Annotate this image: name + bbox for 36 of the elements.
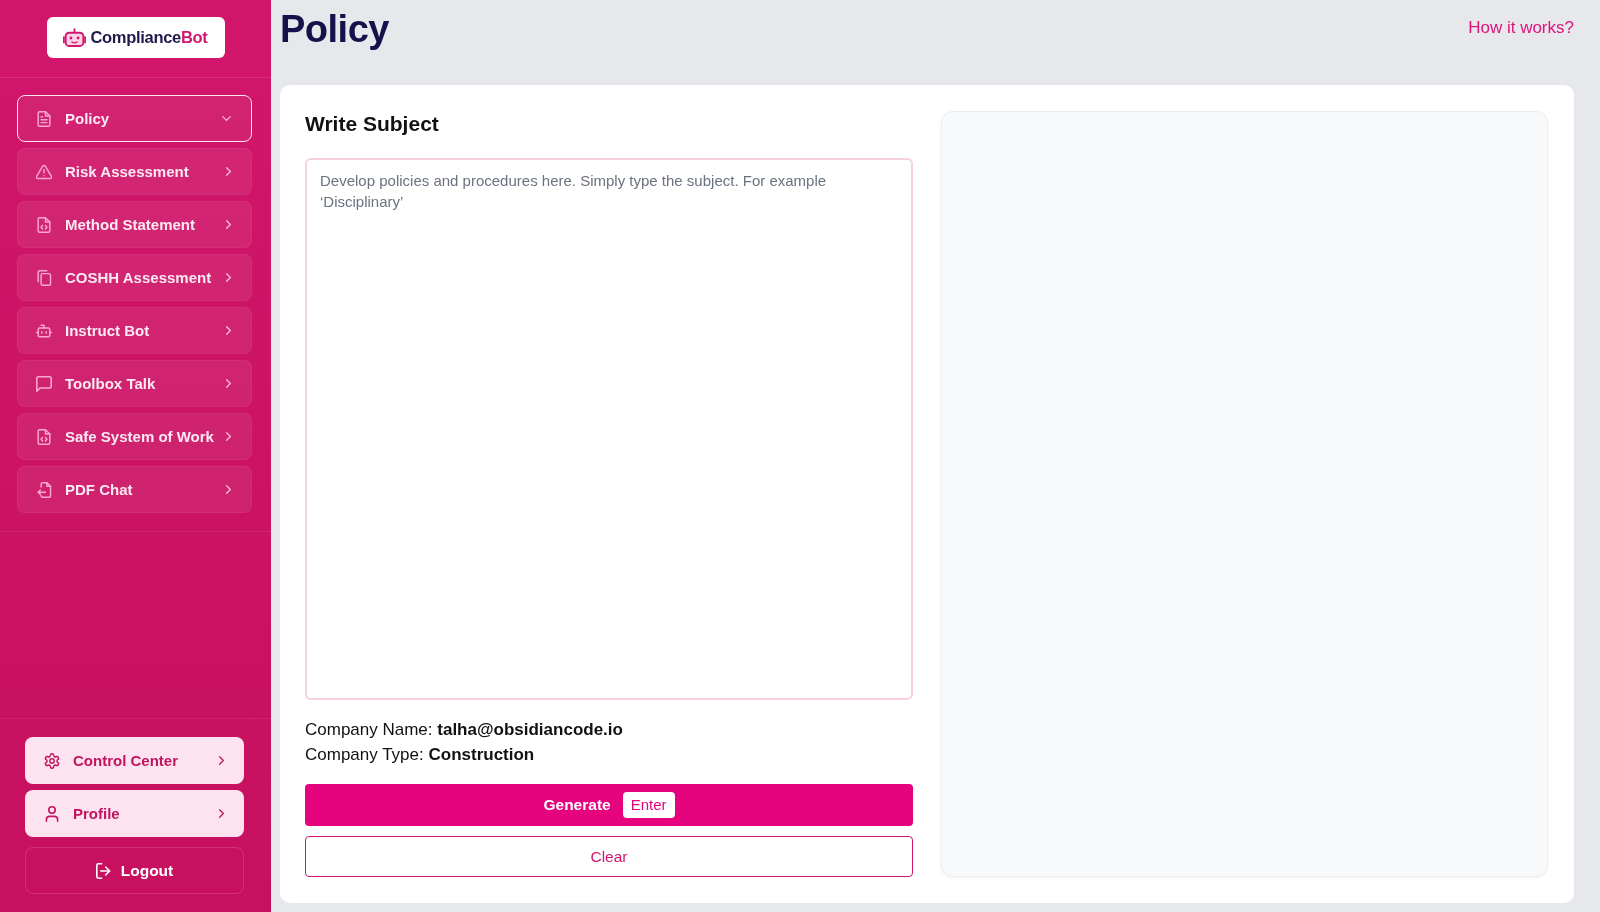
nav-item[interactable]: Policy — [17, 95, 252, 142]
file-arrow-icon — [36, 481, 52, 498]
nav-item[interactable]: Safe System of Work — [17, 413, 252, 460]
chevron-right-icon — [219, 809, 224, 818]
document-icon — [36, 110, 52, 127]
footer-nav-item[interactable]: Control Center — [25, 737, 244, 784]
nav-item[interactable]: PDF Chat — [17, 466, 252, 513]
nav-item[interactable]: Instruct Bot — [17, 307, 252, 354]
warning-triangle-icon — [36, 163, 52, 180]
company-detail-text: Company Name: talha@obsidiancode.io — [305, 719, 624, 741]
shortcut-key: Enter — [622, 792, 675, 818]
nav-item[interactable]: COSHH Assessment — [17, 254, 252, 301]
subject-field[interactable]: Develop policies and procedures here. Simply type the subject. For example ‘Disciplinary’ — [305, 158, 913, 700]
settings-icon — [44, 752, 60, 769]
company-detail-text: Company Type: Construction — [305, 744, 536, 766]
footer-nav-item[interactable]: Profile — [25, 790, 244, 837]
page-title: Policy — [280, 7, 389, 52]
nav-item[interactable]: Method Statement — [17, 201, 252, 248]
generate-button[interactable]: Generate Enter — [305, 784, 913, 826]
chevron-right-icon — [219, 756, 224, 765]
person-icon — [44, 805, 60, 822]
logout-button[interactable]: Logout — [25, 847, 244, 894]
logout-icon — [95, 862, 112, 879]
robot-icon — [63, 27, 87, 48]
logo-text: ComplianceBot — [90, 28, 208, 47]
documents-icon — [36, 269, 52, 286]
chat-bubble-icon — [36, 375, 52, 392]
nav-item[interactable]: Toolbox Talk — [17, 360, 252, 407]
help-link[interactable]: How it works? — [1468, 18, 1574, 38]
logo[interactable]: ComplianceBot — [46, 17, 225, 58]
nav-item[interactable]: Risk Assessment — [17, 148, 252, 195]
clear-button[interactable]: Clear — [305, 836, 913, 877]
code-file-icon — [36, 216, 52, 233]
code-file-icon — [36, 428, 52, 445]
robot-icon — [36, 322, 52, 339]
section-heading: Write Subject — [305, 111, 440, 137]
